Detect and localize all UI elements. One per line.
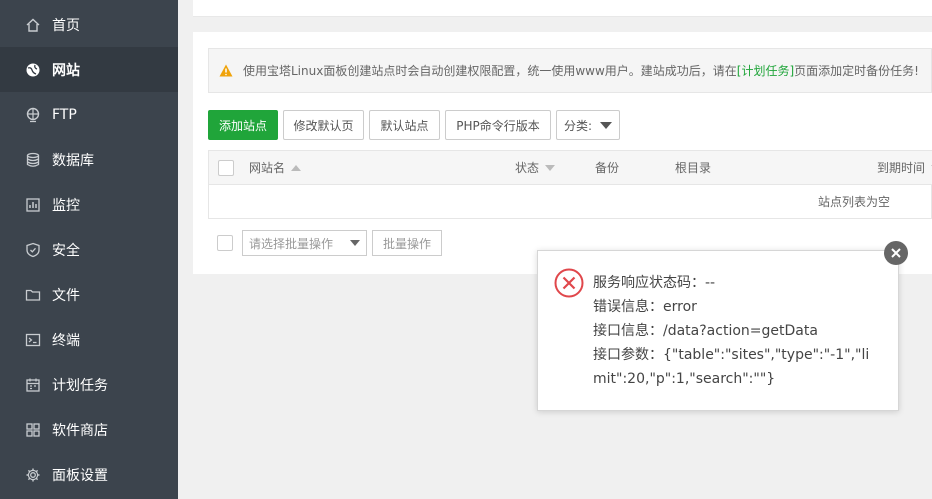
apps-icon	[25, 422, 41, 438]
error-dialog: 服务响应状态码：-- 错误信息：error 接口信息：/data?action=…	[537, 250, 899, 411]
chevron-down-icon	[600, 121, 613, 129]
sort-desc-icon	[545, 165, 556, 171]
category-label: 分类:	[563, 118, 593, 133]
status-code-line: 服务响应状态码：--	[593, 275, 716, 291]
sidebar-item-cron[interactable]: 计划任务	[0, 362, 178, 407]
sidebar-item-monitor[interactable]: 监控	[0, 182, 178, 227]
category-select[interactable]: 分类:	[556, 110, 620, 140]
sidebar-item-label: 文件	[52, 287, 80, 304]
sidebar-item-label: 安全	[52, 242, 80, 259]
sidebar-item-label: 监控	[52, 197, 80, 214]
sort-asc-icon	[291, 165, 302, 171]
home-icon	[25, 17, 41, 33]
top-card	[193, 0, 932, 17]
th-root-dir: 根目录	[675, 161, 712, 175]
php-cli-version-button[interactable]: PHP命令行版本	[445, 110, 551, 140]
site-table: 网站名 状态 备份 根目录 到期时间 站点列表为空	[208, 150, 932, 219]
tip-text-end: 页面添加定时备份任务!	[794, 64, 919, 78]
shield-icon	[25, 242, 41, 258]
th-site-name[interactable]: 网站名	[249, 151, 302, 185]
close-icon	[891, 248, 901, 258]
sidebar-item-websites[interactable]: 网站	[0, 47, 178, 92]
empty-text: 站点列表为空	[817, 195, 890, 209]
sidebar-item-label: 软件商店	[52, 422, 108, 439]
gear-icon	[25, 467, 41, 483]
ftp-icon	[25, 107, 41, 123]
table-header: 网站名 状态 备份 根目录 到期时间	[209, 151, 932, 185]
cron-link[interactable]: [计划任务]	[737, 62, 794, 79]
sidebar-item-label: 计划任务	[52, 377, 108, 394]
th-status[interactable]: 状态	[515, 151, 556, 185]
sidebar-item-ftp[interactable]: FTP	[0, 92, 178, 137]
bulk-select-placeholder: 请选择批量操作	[249, 236, 334, 251]
error-details: 服务响应状态码：-- 错误信息：error 接口信息：/data?action=…	[593, 271, 873, 391]
sidebar-item-label: 终端	[52, 332, 80, 349]
close-dialog-button[interactable]	[884, 241, 908, 265]
monitor-icon	[25, 197, 41, 213]
folder-icon	[25, 287, 41, 303]
terminal-icon	[25, 332, 41, 348]
sidebar-item-terminal[interactable]: 终端	[0, 317, 178, 362]
th-expire-time[interactable]: 到期时间	[877, 151, 932, 185]
default-site-button[interactable]: 默认站点	[369, 110, 440, 140]
sidebar-item-security[interactable]: 安全	[0, 227, 178, 272]
sidebar-item-label: 数据库	[52, 152, 94, 169]
bulk-action-select[interactable]: 请选择批量操作	[242, 230, 367, 256]
chevron-down-icon	[350, 240, 360, 246]
bulk-action-button[interactable]: 批量操作	[372, 230, 442, 256]
sidebar-item-label: 网站	[52, 62, 80, 79]
site-list-panel: 使用宝塔Linux面板创建站点时会自动创建权限配置，统一使用www用户。建站成功…	[193, 32, 932, 274]
sidebar-item-database[interactable]: 数据库	[0, 137, 178, 182]
sidebar-item-label: 面板设置	[52, 467, 108, 484]
api-info-line: 接口信息：/data?action=getData	[593, 323, 818, 339]
th-backup: 备份	[595, 161, 620, 175]
error-message-line: 错误信息：error	[593, 299, 697, 315]
sidebar: 首页 网站 FTP 数据库 监控 安全 文件 终端 计划任务 软件商店 面板设置	[0, 0, 178, 499]
error-icon	[554, 268, 584, 298]
database-icon	[25, 152, 41, 168]
sidebar-item-label: 首页	[52, 17, 80, 34]
tip-text: 使用宝塔Linux面板创建站点时会自动创建权限配置，统一使用www用户。建站成功…	[243, 64, 737, 78]
warning-icon	[219, 64, 233, 77]
calendar-icon	[25, 377, 41, 393]
sidebar-item-settings[interactable]: 面板设置	[0, 452, 178, 497]
sidebar-item-home[interactable]: 首页	[0, 2, 178, 47]
add-site-button[interactable]: 添加站点	[208, 110, 278, 140]
sidebar-item-app-store[interactable]: 软件商店	[0, 407, 178, 452]
globe-icon	[25, 62, 41, 78]
bulk-select-checkbox[interactable]	[217, 235, 233, 251]
edit-default-page-button[interactable]: 修改默认页	[283, 110, 364, 140]
api-params-line: 接口参数：{"table":"sites","type":"-1","limit…	[593, 347, 870, 387]
sidebar-item-label: FTP	[52, 106, 77, 123]
tip-banner: 使用宝塔Linux面板创建站点时会自动创建权限配置，统一使用www用户。建站成功…	[208, 48, 932, 93]
empty-state: 站点列表为空	[209, 185, 932, 219]
select-all-checkbox[interactable]	[218, 160, 234, 176]
sidebar-item-files[interactable]: 文件	[0, 272, 178, 317]
